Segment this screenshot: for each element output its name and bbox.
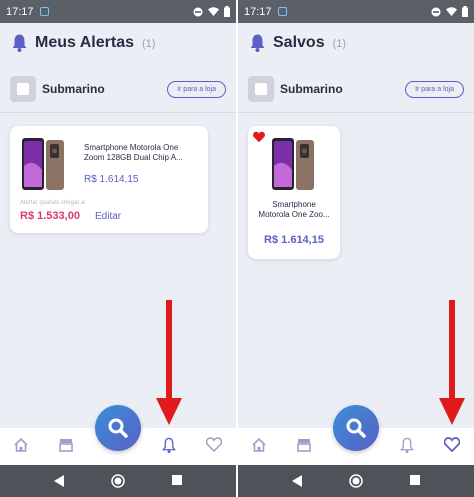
back-icon[interactable] <box>291 474 303 488</box>
alert-label: Alertar quando chegar a: <box>20 200 87 206</box>
do-not-disturb-icon <box>431 7 441 16</box>
store-icon[interactable] <box>296 437 312 453</box>
store-row: Submarino Ir para a loja <box>248 75 464 103</box>
home-icon[interactable] <box>13 437 29 453</box>
home-icon[interactable] <box>251 437 267 453</box>
store-icon[interactable] <box>58 437 74 453</box>
product-name: Smartphone Motorola One Zoom 128GB Dual … <box>84 143 183 162</box>
page-header: Meus Alertas (1) <box>12 34 155 52</box>
recents-icon[interactable] <box>409 474 421 486</box>
bell-icon <box>250 34 265 52</box>
saved-product-card[interactable]: Smartphone Motorola One Zoo... R$ 1.614,… <box>248 126 340 259</box>
alert-target-price: R$ 1.533,00 <box>20 210 80 222</box>
search-button[interactable] <box>333 405 379 451</box>
store-name: Submarino <box>280 82 343 96</box>
wifi-icon <box>446 7 457 16</box>
wifi-icon <box>208 7 219 16</box>
home-button-icon[interactable] <box>111 474 125 488</box>
alert-product-card[interactable]: Smartphone Motorola One Zoom 128GB Dual … <box>10 126 208 233</box>
search-button[interactable] <box>95 405 141 451</box>
store-row: Submarino Ir para a loja <box>10 75 226 103</box>
product-image <box>272 138 314 190</box>
bell-icon <box>12 34 27 52</box>
divider <box>238 112 474 113</box>
phone-screen-alerts: 17:17 Meus Alertas (1) Submarino Ir para… <box>0 0 236 497</box>
store-checkbox[interactable] <box>10 76 36 102</box>
red-arrow-annotation <box>439 300 465 425</box>
system-nav-bar <box>0 465 236 497</box>
product-price: R$ 1.614,15 <box>264 234 324 246</box>
home-button-icon[interactable] <box>349 474 363 488</box>
status-bar: 17:17 <box>238 0 474 23</box>
go-to-store-button[interactable]: Ir para a loja <box>405 80 464 98</box>
store-name: Submarino <box>42 82 105 96</box>
heart-filled-icon[interactable] <box>252 131 266 143</box>
status-time: 17:17 <box>6 5 34 18</box>
item-count: (1) <box>332 38 347 50</box>
do-not-disturb-icon <box>193 7 203 16</box>
go-to-store-button[interactable]: Ir para a loja <box>167 80 226 98</box>
search-icon <box>346 418 366 438</box>
recents-icon[interactable] <box>171 474 183 486</box>
system-nav-bar <box>238 465 474 497</box>
status-time: 17:17 <box>244 5 272 18</box>
store-checkbox[interactable] <box>248 76 274 102</box>
phone-screen-saved: 17:17 Salvos (1) Submarino Ir para a loj… <box>238 0 474 497</box>
battery-icon <box>224 6 230 17</box>
notification-icon <box>39 7 49 16</box>
page-header: Salvos (1) <box>250 34 346 52</box>
search-icon <box>108 418 128 438</box>
page-title: Meus Alertas <box>35 34 134 51</box>
product-image <box>22 138 64 190</box>
battery-icon <box>462 6 468 17</box>
heart-icon[interactable] <box>206 437 222 452</box>
back-icon[interactable] <box>53 474 65 488</box>
product-name: Smartphone Motorola One Zoo... <box>258 200 330 219</box>
bell-icon[interactable] <box>399 437 415 454</box>
divider <box>0 112 236 113</box>
edit-alert-link[interactable]: Editar <box>95 211 121 222</box>
red-arrow-annotation <box>156 300 182 425</box>
status-bar: 17:17 <box>0 0 236 23</box>
item-count: (1) <box>142 38 156 50</box>
page-title: Salvos <box>273 34 325 51</box>
bell-icon[interactable] <box>161 437 177 454</box>
notification-icon <box>277 7 287 16</box>
heart-icon[interactable] <box>444 437 460 452</box>
product-price: R$ 1.614,15 <box>84 174 139 185</box>
